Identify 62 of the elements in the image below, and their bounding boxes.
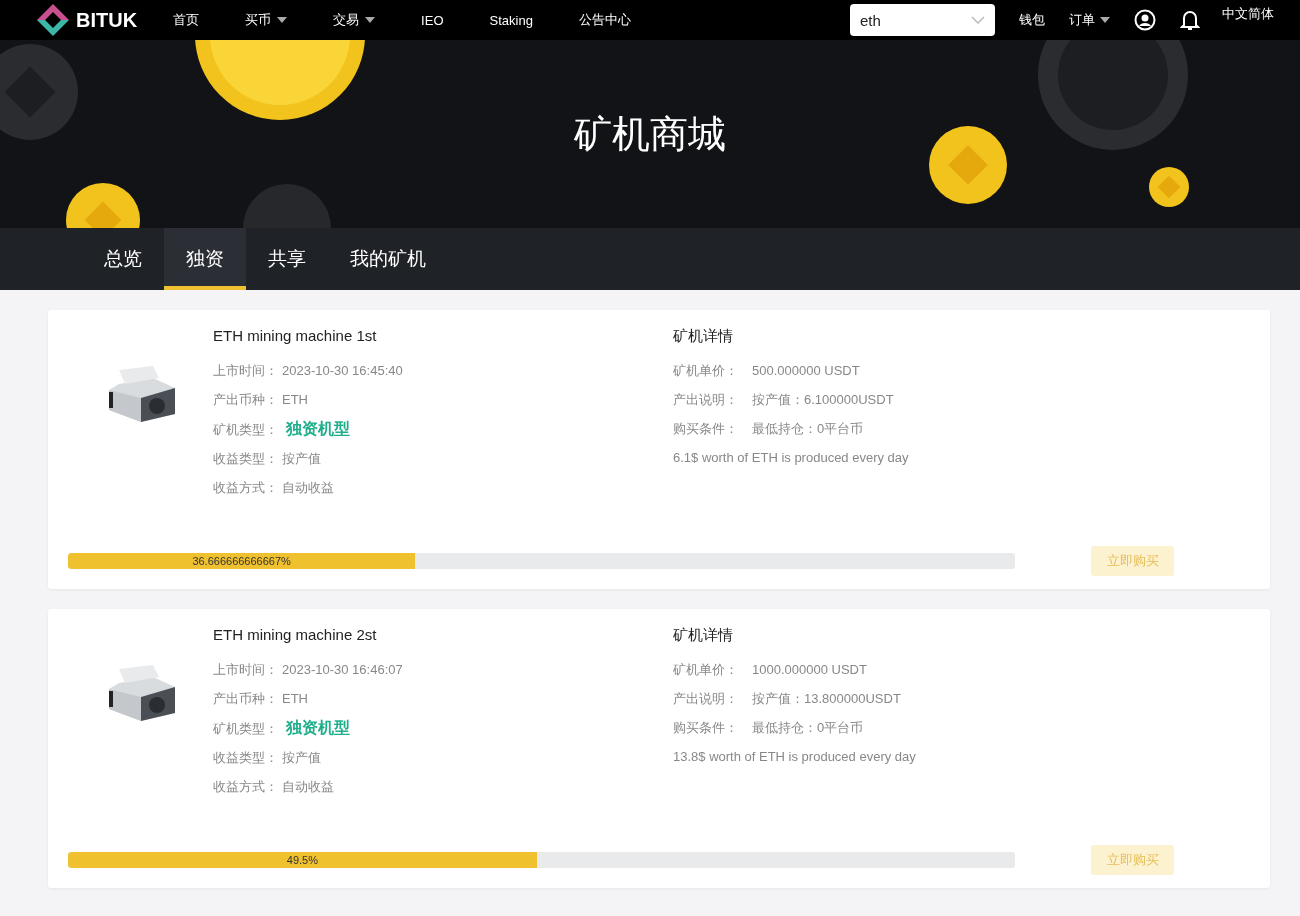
field-value: 独资机型 [286,719,350,736]
nav-link[interactable]: 交易 [317,11,392,29]
field-label: 收益方式： [213,480,278,495]
field-value: 最低持仓：0平台币 [752,720,864,735]
progress-label: 49.5% [286,854,318,866]
field-value: ETH [282,691,308,706]
nav-link[interactable]: 订单 [1057,11,1122,29]
language-selector[interactable]: 中文简体 [1212,5,1300,23]
output-note: 6.1$ worth of ETH is produced every day [673,449,910,467]
field-value: 自动收益 [282,779,334,794]
nav-link[interactable]: Staking [473,12,549,28]
logo-text[interactable]: BITUK [76,8,138,32]
caret-icon [277,17,288,23]
field-label: 产出币种： [213,691,278,706]
nav-link[interactable]: IEO [405,12,460,28]
field-label: 上市时间： [213,662,278,677]
field-label: 上市时间： [213,363,278,378]
field-label: 收益类型： [213,750,278,765]
field-label: 产出币种： [213,392,278,407]
nav-link[interactable]: 买币 [229,11,304,29]
field-label: 矿机单价： [673,363,738,378]
field-label: 产出说明： [673,691,738,706]
field-label: 矿机单价： [673,662,738,677]
field-value: 2023-10-30 16:45:40 [282,363,403,378]
field-label: 购买条件： [673,720,738,735]
bell-icon[interactable] [1180,9,1200,31]
field-value: 2023-10-30 16:46:07 [282,662,403,677]
user-icon[interactable] [1134,9,1156,31]
product-name: ETH mining machine 2st [213,625,378,645]
field-label: 收益类型： [213,451,278,466]
field-value: 按产值 [282,451,321,466]
search-field[interactable]: eth [850,4,995,36]
tab[interactable]: 总览 [82,228,164,290]
product-name: ETH mining machine 1st [213,326,378,346]
section-title: 矿机详情 [673,326,734,346]
nav-link[interactable]: 公告中心 [562,11,647,29]
field-value: 自动收益 [282,480,334,495]
field-value: 最低持仓：0平台币 [752,421,864,436]
output-note: 13.8$ worth of ETH is produced every day [673,748,917,766]
field-value: 500.000000 USDT [752,363,860,378]
caret-icon [1100,17,1110,23]
nav-link[interactable]: 首页 [157,11,216,29]
field-value: 按产值 [282,750,321,765]
logo-icon [36,3,70,37]
tab[interactable]: 我的矿机 [328,228,448,290]
caret-icon [365,17,376,23]
field-label: 矿机类型： [213,721,278,736]
tab[interactable]: 共享 [246,228,328,290]
field-value: 1000.000000 USDT [752,662,867,677]
tab[interactable]: 独资 [164,228,246,290]
progress-label: 36.666666666667% [192,555,291,567]
coin-drawing [1149,167,1189,207]
field-value: ETH [282,392,308,407]
field-label: 收益方式： [213,779,278,794]
field-label: 产出说明： [673,392,738,407]
field-value: 独资机型 [286,420,350,437]
chevron-down-icon [971,16,985,24]
section-title: 矿机详情 [673,625,734,645]
nav-link[interactable]: 钱包 [1007,11,1057,29]
field-label: 购买条件： [673,421,738,436]
field-label: 矿机类型： [213,422,278,437]
page-title: 矿机商城 [574,111,726,157]
